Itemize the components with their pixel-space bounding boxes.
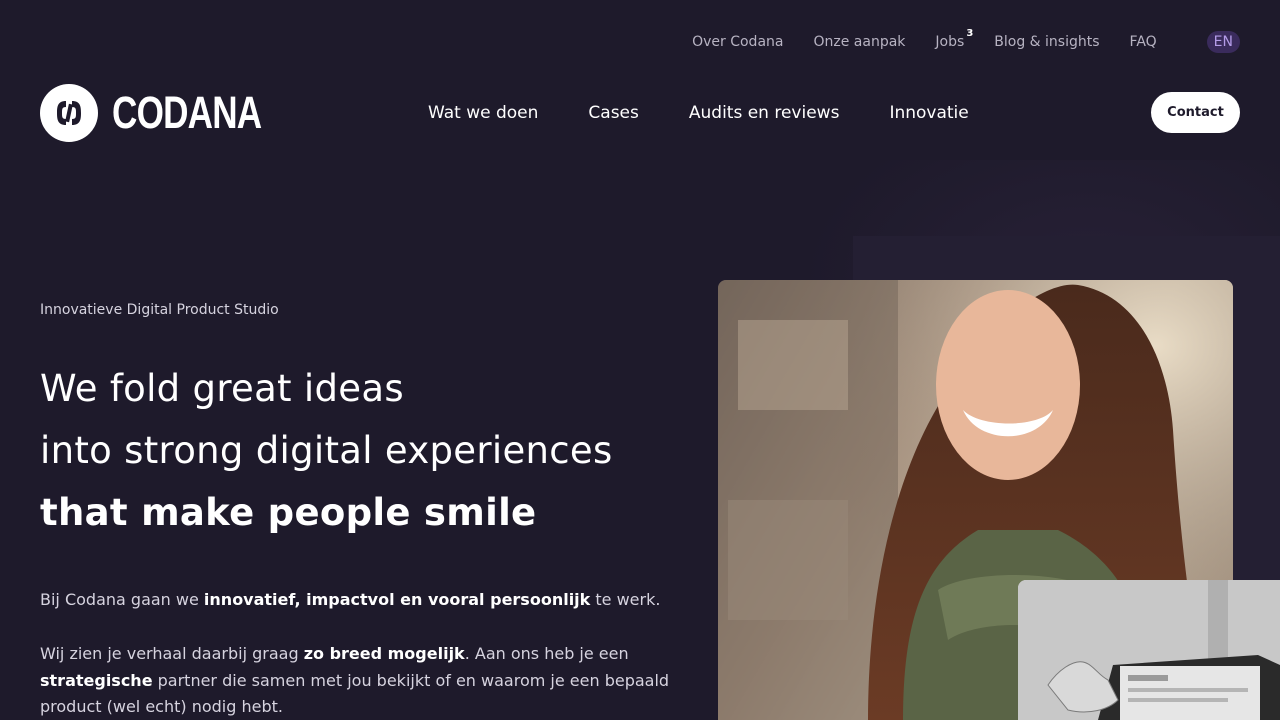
contact-button[interactable]: Contact (1151, 92, 1240, 133)
codana-logo-icon (40, 84, 98, 142)
brand-logo[interactable]: CODANA (40, 84, 304, 142)
nav-item-innovatie[interactable]: Innovatie (889, 102, 968, 124)
headline-line-2: into strong digital experiences (40, 429, 613, 472)
para2-bold-2: strategische (40, 670, 153, 690)
nav-item-audits[interactable]: Audits en reviews (689, 102, 840, 124)
utility-link-blog[interactable]: Blog & insights (994, 32, 1099, 52)
para2-mid: . Aan ons heb je een (464, 644, 629, 663)
utility-link-faq[interactable]: FAQ (1130, 32, 1157, 52)
para1-pre: Bij Codana gaan we (40, 590, 204, 609)
headline-line-3: that make people smile (40, 491, 537, 534)
utility-nav: Over Codana Onze aanpak Jobs 3 Blog & ins… (692, 28, 1240, 53)
jobs-count-badge: 3 (966, 28, 974, 39)
para2-pre: Wij zien je verhaal daarbij graag (40, 644, 304, 663)
language-switch[interactable]: EN (1206, 31, 1240, 53)
para1-post: te werk. (590, 590, 661, 609)
para1-bold: innovatief, impactvol en vooral persoonl… (203, 590, 591, 609)
headline-line-1: We fold great ideas (40, 367, 404, 410)
hero-eyebrow: Innovatieve Digital Product Studio (40, 302, 279, 318)
approach-paragraph: Wij zien je verhaal daarbij graag zo bre… (40, 641, 670, 720)
intro-paragraph: Bij Codana gaan we innovatief, impactvol… (40, 588, 670, 612)
main-nav: Wat we doen Cases Audits en reviews Inno… (428, 102, 1019, 124)
nav-item-wat-we-doen[interactable]: Wat we doen (428, 102, 538, 124)
nav-item-cases[interactable]: Cases (588, 102, 638, 124)
brand-wordmark: CODANA (112, 87, 262, 138)
para2-bold-1: zo breed mogelijk (303, 644, 465, 663)
secondary-photo-laptop (1018, 580, 1280, 720)
jobs-label: Jobs (935, 34, 965, 50)
utility-link-onze-aanpak[interactable]: Onze aanpak (813, 32, 905, 52)
hero-headline: We fold great ideas into strong digital … (40, 358, 613, 544)
utility-link-jobs[interactable]: Jobs 3 (935, 28, 973, 52)
utility-link-over-codana[interactable]: Over Codana (692, 32, 783, 52)
